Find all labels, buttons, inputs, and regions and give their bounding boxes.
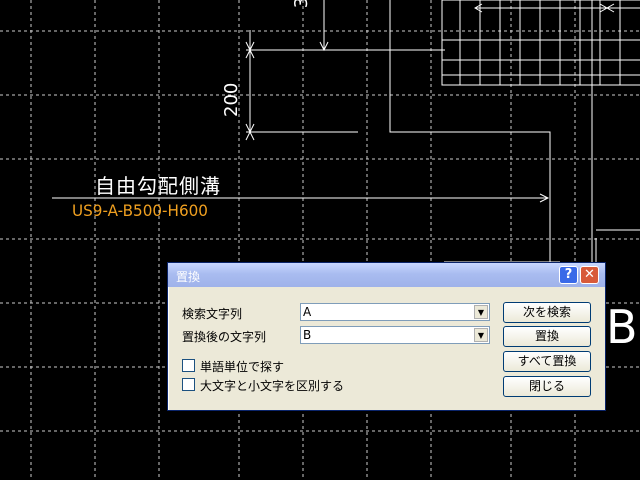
replace-all-button[interactable]: すべて置換 [503, 351, 591, 372]
replace-input[interactable] [303, 328, 469, 342]
match-case-label: 大文字と小文字を区別する [200, 379, 345, 393]
search-dropdown-arrow-icon[interactable]: ▼ [474, 305, 488, 319]
close-icon[interactable]: ✕ [580, 266, 599, 284]
drawing-code-text: US9-A-B500-H600 [72, 201, 208, 220]
search-combobox[interactable]: ▼ [300, 303, 490, 321]
search-label: 検索文字列 [182, 307, 243, 321]
find-next-button[interactable]: 次を検索 [503, 302, 591, 323]
help-icon[interactable]: ? [559, 266, 578, 284]
dimension-label-3: 3 [291, 0, 313, 9]
replace-dialog: 置換 ? ✕ 検索文字列 ▼ 置換後の文字列 ▼ 単語単位で探す 大文字と小文字… [167, 262, 606, 411]
whole-word-checkbox[interactable] [182, 359, 195, 372]
replace-dropdown-arrow-icon[interactable]: ▼ [474, 328, 488, 342]
replace-button[interactable]: 置換 [503, 326, 591, 347]
search-input[interactable] [303, 305, 469, 319]
drawing-title-text: 自由勾配側溝 [95, 174, 221, 198]
close-button[interactable]: 閉じる [503, 376, 591, 397]
grid-letter-label: B [606, 300, 638, 354]
dialog-titlebar[interactable]: 置換 ? ✕ [168, 263, 605, 287]
dialog-title: 置換 [176, 270, 201, 284]
replace-combobox[interactable]: ▼ [300, 326, 490, 344]
replace-label: 置換後の文字列 [182, 330, 267, 344]
match-case-checkbox[interactable] [182, 378, 195, 391]
whole-word-label: 単語単位で探す [200, 360, 285, 374]
dimension-label-200: 200 [221, 82, 242, 117]
